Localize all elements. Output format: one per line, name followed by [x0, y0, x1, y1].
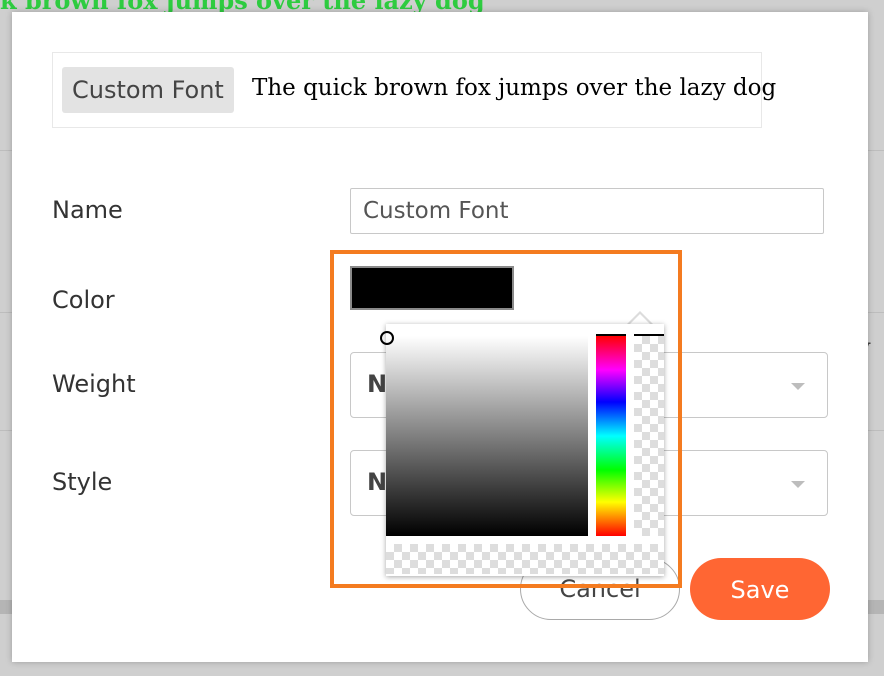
alpha-preview-strip: [386, 544, 664, 574]
saturation-value-area[interactable]: [380, 331, 588, 536]
name-label: Name: [52, 196, 123, 224]
font-preview-tag: Custom Font: [62, 67, 234, 113]
hue-slider[interactable]: [596, 334, 626, 536]
hue-slider-handle[interactable]: [596, 334, 626, 336]
name-input[interactable]: [350, 188, 824, 234]
alpha-slider-handle[interactable]: [634, 334, 664, 336]
style-label: Style: [52, 468, 113, 496]
alpha-slider[interactable]: [634, 334, 664, 536]
color-label: Color: [52, 286, 115, 314]
save-button[interactable]: Save: [690, 558, 830, 620]
custom-font-dialog: Custom Font The quick brown fox jumps ov…: [12, 12, 868, 662]
color-swatch[interactable]: [350, 266, 514, 310]
font-preview: Custom Font The quick brown fox jumps ov…: [52, 52, 776, 128]
color-picker-popover: [380, 324, 664, 576]
font-preview-sample: The quick brown fox jumps over the lazy …: [252, 75, 777, 101]
chevron-down-icon: [791, 481, 805, 488]
weight-label: Weight: [52, 370, 136, 398]
chevron-down-icon: [791, 383, 805, 390]
saturation-value-handle[interactable]: [380, 331, 394, 345]
